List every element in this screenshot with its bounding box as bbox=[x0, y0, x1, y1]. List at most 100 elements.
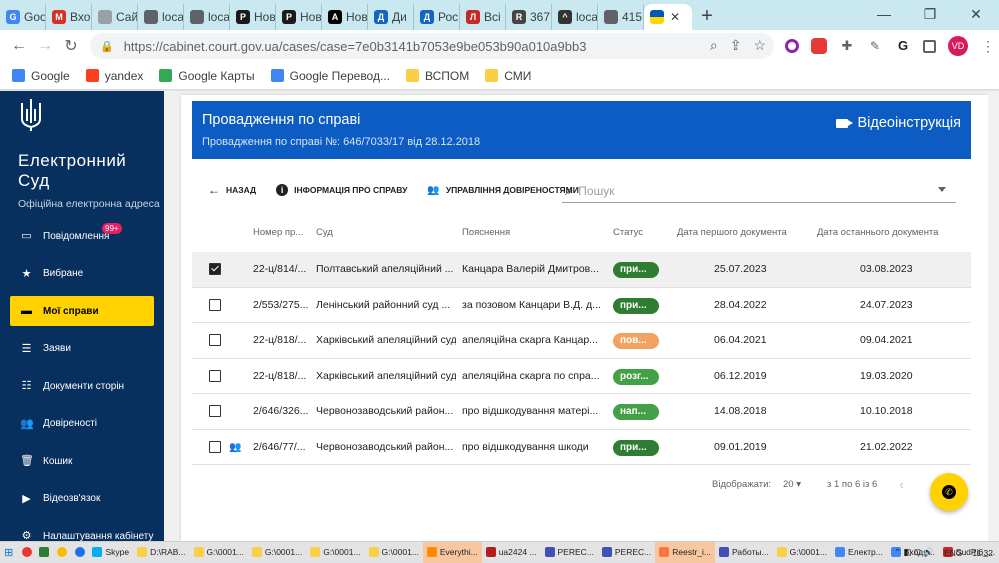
manage-trust-button[interactable]: 👥 УПРАВЛІННЯ ДОВІРЕНОСТЯМИ bbox=[427, 185, 578, 196]
tab-label[interactable]: Вхо bbox=[70, 10, 90, 24]
tab-label[interactable]: 367 bbox=[530, 10, 550, 24]
taskbar-item-label[interactable]: Електр... bbox=[848, 547, 883, 557]
per-page-select[interactable]: 20 ▾ bbox=[783, 479, 801, 490]
sidebar-item-label[interactable]: Довіреності bbox=[43, 418, 97, 429]
close-window-button[interactable]: ✕ bbox=[953, 0, 999, 30]
table-row[interactable]: 2/553/275... Ленінський районний суд ... з… bbox=[192, 288, 971, 323]
browser-tab[interactable]: Сайт не bbox=[92, 4, 138, 30]
table-row[interactable]: 22-ц/818/... Харківський апеляційний суд а… bbox=[192, 323, 971, 359]
page-scrollbar[interactable] bbox=[988, 91, 999, 541]
sidebar-item-label[interactable]: Відеозв'язок bbox=[43, 493, 100, 504]
column-number[interactable]: Номер пр... bbox=[253, 227, 303, 238]
browser-tab[interactable]: 415 bbox=[598, 4, 644, 30]
column-court[interactable]: Суд bbox=[316, 227, 333, 238]
browser-tab[interactable]: loca bbox=[184, 4, 230, 30]
bookmark-item[interactable]: Google bbox=[12, 69, 70, 83]
bookmark-label[interactable]: ВСПОМ bbox=[425, 69, 469, 83]
back-button[interactable]: ← НАЗАД bbox=[208, 183, 256, 197]
taskbar-item-label[interactable]: ua2424 ... bbox=[499, 547, 537, 557]
clock[interactable]: 11:32 bbox=[972, 548, 993, 558]
menu-dots-icon[interactable]: ⋮ bbox=[980, 38, 996, 54]
bookmark-item[interactable]: Google Карты bbox=[159, 69, 255, 83]
tab-label[interactable]: Всі bbox=[484, 10, 501, 24]
sidebar-item-label[interactable]: Заяви bbox=[43, 343, 71, 354]
row-checkbox[interactable] bbox=[209, 440, 221, 453]
browser-tab[interactable]: R 367 bbox=[506, 4, 552, 30]
extension-tool-icon[interactable]: ✎ bbox=[867, 38, 883, 54]
bookmark-label[interactable]: yandex bbox=[105, 69, 144, 83]
forward-icon[interactable]: → bbox=[32, 37, 58, 55]
tab-label[interactable]: loca bbox=[208, 10, 229, 24]
bookmark-label[interactable]: Google Перевод... bbox=[290, 69, 390, 83]
bookmark-item[interactable]: yandex bbox=[85, 69, 144, 83]
taskbar-item-label[interactable]: G:\0001... bbox=[265, 547, 302, 557]
brand-title[interactable]: Електронний Суд bbox=[18, 151, 138, 191]
sidebar-item[interactable]: ▶ Відеозв'язок bbox=[10, 484, 154, 514]
taskbar-item-label[interactable]: Reestr_i... bbox=[672, 547, 711, 557]
tab-label[interactable]: Сайт не bbox=[116, 10, 137, 24]
browser-tab[interactable]: M Вхо bbox=[46, 4, 92, 30]
taskbar-item-label[interactable]: G:\0001... bbox=[790, 547, 827, 557]
tab-label[interactable]: Нов bbox=[300, 10, 321, 24]
sidebar-item[interactable]: ☷ Документи сторін bbox=[10, 371, 154, 401]
taskbar-item-label[interactable]: D:\RAB... bbox=[150, 547, 185, 557]
column-last-date[interactable]: Дата останнього документа bbox=[817, 227, 938, 238]
bookmark-label[interactable]: СМИ bbox=[504, 69, 531, 83]
browser-tab[interactable]: Д Ди bbox=[368, 4, 414, 30]
reload-icon[interactable]: ↻ bbox=[58, 36, 84, 56]
restore-button[interactable]: ❐ bbox=[907, 0, 953, 30]
back-icon[interactable]: ← bbox=[6, 37, 32, 55]
new-tab-button[interactable]: + bbox=[692, 4, 722, 30]
tab-label[interactable]: Нов bbox=[254, 10, 275, 24]
taskbar-item[interactable]: G:\0001... bbox=[365, 542, 423, 563]
bookmark-star-icon[interactable]: ☆ bbox=[753, 37, 766, 54]
taskbar-item-label[interactable]: Skype bbox=[105, 547, 129, 557]
browser-tab[interactable]: Д Рос bbox=[414, 4, 460, 30]
active-tab[interactable]: ✕ bbox=[644, 4, 692, 30]
browser-tab[interactable]: ^ loca bbox=[552, 4, 598, 30]
opera-icon[interactable] bbox=[18, 542, 36, 563]
table-row[interactable]: 22-ц/814/... Полтавський апеляційний ... К… bbox=[192, 252, 971, 288]
video-instruction-label[interactable]: Відеоінструкція bbox=[858, 115, 961, 131]
row-checkbox[interactable] bbox=[209, 298, 221, 311]
taskbar-item[interactable]: G:\0001... bbox=[248, 542, 306, 563]
start-icon[interactable]: ⊞ bbox=[0, 546, 18, 559]
taskbar-item-label[interactable]: Everythi... bbox=[440, 547, 478, 557]
column-note[interactable]: Пояснення bbox=[462, 227, 510, 238]
taskbar-item-label[interactable]: PEREC... bbox=[558, 547, 594, 557]
chrome-icon[interactable] bbox=[53, 542, 71, 563]
column-status[interactable]: Статус bbox=[613, 227, 643, 238]
share-icon[interactable]: ⇪ bbox=[730, 37, 742, 54]
taskbar-item[interactable]: Everythi... bbox=[422, 541, 482, 563]
zoom-icon[interactable]: ⌕ bbox=[710, 37, 718, 54]
address-bar[interactable]: 🔒 https://cabinet.court.gov.ua/cases/cas… bbox=[90, 33, 774, 59]
tab-label[interactable]: 415 bbox=[622, 10, 642, 24]
browser-tab[interactable]: Л Всі bbox=[460, 4, 506, 30]
taskbar-item-label[interactable]: PEREC... bbox=[615, 547, 651, 557]
sidebar-item-label[interactable]: Повідомлення bbox=[43, 231, 109, 242]
tab-label[interactable]: Рос bbox=[438, 10, 458, 24]
sidebar-item[interactable]: ▭ Повідомлення 99+ bbox=[10, 221, 154, 251]
taskbar-item[interactable]: G:\0001... bbox=[306, 542, 364, 563]
bookmark-item[interactable]: СМИ bbox=[485, 69, 531, 83]
tab-label[interactable]: loca bbox=[576, 10, 597, 24]
bookmark-item[interactable]: Google Перевод... bbox=[270, 69, 390, 83]
sidebar-item-label[interactable]: Налаштування кабінету bbox=[43, 531, 153, 542]
search-placeholder[interactable]: Пошук bbox=[578, 184, 614, 198]
sidebar-item-label[interactable]: Мої справи bbox=[43, 306, 99, 317]
taskbar-item[interactable]: Reestr_i... bbox=[655, 541, 715, 563]
browser-tab[interactable]: P Нов bbox=[276, 4, 322, 30]
taskbar-item[interactable]: G:\0001... bbox=[773, 542, 831, 563]
grammarly-icon[interactable]: G bbox=[895, 38, 911, 54]
prev-page-icon[interactable]: ‹ bbox=[899, 477, 903, 492]
bookmark-label[interactable]: Google bbox=[31, 69, 70, 83]
sidebar-item-label[interactable]: Кошик bbox=[43, 456, 72, 467]
taskbar-item[interactable]: Електр... bbox=[831, 542, 887, 563]
sidebar-item[interactable]: 🗑 Кошик bbox=[10, 446, 154, 476]
puzzle-icon[interactable]: ✚ bbox=[839, 38, 855, 54]
dropdown-caret-icon[interactable] bbox=[938, 187, 946, 192]
call-button[interactable]: ✆ bbox=[930, 473, 968, 511]
sidepanel-icon[interactable] bbox=[923, 39, 936, 53]
browser-tab[interactable]: loca bbox=[138, 4, 184, 30]
tab-label[interactable]: loca bbox=[162, 10, 183, 24]
